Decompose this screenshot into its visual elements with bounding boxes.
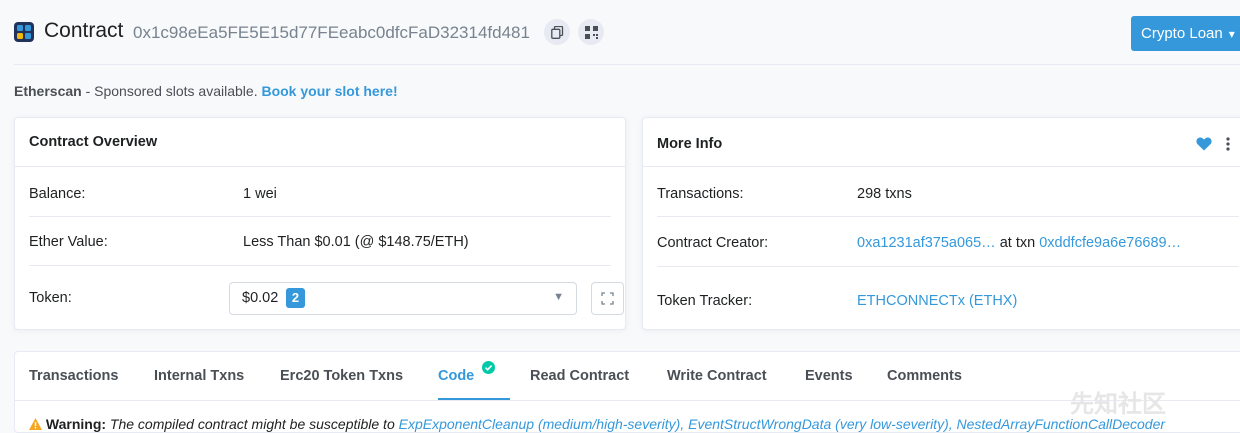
chevron-down-icon: ▼ xyxy=(553,291,564,303)
token-holdings-dropdown[interactable]: $0.02 2 ▼ xyxy=(229,282,577,315)
page-header: Contract 0x1c98eEa5FE5E15d77FEeabc0dfcFa… xyxy=(0,0,1240,64)
watermark: 先知社区 xyxy=(1070,391,1166,418)
contract-address: 0x1c98eEa5FE5E15d77FEeabc0dfcFaD32314fd4… xyxy=(133,23,530,42)
tab-read-contract[interactable]: Read Contract xyxy=(530,368,629,384)
token-tracker-link[interactable]: ETHCONNECTx (ETHX) xyxy=(857,293,1017,309)
tab-code[interactable]: Code xyxy=(438,368,474,384)
creator-txn-link[interactable]: 0xddfcfe9a6e76689… xyxy=(1039,235,1181,251)
check-circle-icon xyxy=(482,361,495,374)
tabs-divider xyxy=(15,400,1240,401)
card-header: More Info xyxy=(643,118,1240,167)
warning-text: The compiled contract might be susceptib… xyxy=(106,416,399,432)
balance-label: Balance: xyxy=(29,186,86,202)
card-title: More Info xyxy=(657,136,723,152)
crypto-loan-label: Crypto Loan xyxy=(1141,25,1223,42)
qr-code-icon xyxy=(584,25,598,39)
sponsor-banner: Etherscan - Sponsored slots available. B… xyxy=(14,83,398,99)
warning-icon xyxy=(29,418,42,430)
page-title: Contract xyxy=(44,19,124,42)
copy-icon xyxy=(550,25,563,39)
header-divider xyxy=(14,64,1240,65)
balance-value: 1 wei xyxy=(243,186,277,202)
sponsor-brand: Etherscan xyxy=(14,83,82,99)
ether-value: Less Than $0.01 (@ $148.75/ETH) xyxy=(243,234,469,250)
card-title: Contract Overview xyxy=(29,134,158,150)
tab-write-contract[interactable]: Write Contract xyxy=(667,368,767,384)
kebab-menu-icon[interactable] xyxy=(1226,137,1230,151)
contract-tabs-card: Transactions Internal Txns Erc20 Token T… xyxy=(14,351,1240,433)
heart-icon[interactable] xyxy=(1196,137,1212,151)
card-header: Contract Overview xyxy=(15,118,625,167)
token-tracker-label: Token Tracker: xyxy=(657,293,753,309)
tab-transactions[interactable]: Transactions xyxy=(29,368,118,384)
book-slot-link[interactable]: Book your slot here! xyxy=(261,83,397,99)
creator-address-link[interactable]: 0xa1231af375a065… xyxy=(857,235,996,251)
sponsor-text: - Sponsored slots available. xyxy=(81,83,262,99)
transactions-label: Transactions: xyxy=(657,186,744,202)
tab-comments[interactable]: Comments xyxy=(887,368,962,384)
tab-erc20-token-txns[interactable]: Erc20 Token Txns xyxy=(280,368,403,384)
warning-label: Warning: xyxy=(45,416,107,432)
qr-code-button[interactable] xyxy=(578,19,604,45)
contract-overview-card: Contract Overview Balance: 1 wei Ether V… xyxy=(14,117,626,330)
tab-internal-txns[interactable]: Internal Txns xyxy=(154,368,244,384)
copy-address-button[interactable] xyxy=(544,19,570,45)
chevron-down-icon: ▾ xyxy=(1228,26,1235,41)
compiler-warning: Warning: The compiled contract might be … xyxy=(29,416,1165,432)
token-label: Token: xyxy=(29,290,72,306)
row-divider xyxy=(657,266,1239,267)
transactions-value: 298 txns xyxy=(857,186,912,202)
more-info-card: More Info Transactions: 298 txns Contrac… xyxy=(642,117,1240,330)
tab-events[interactable]: Events xyxy=(805,368,853,384)
creator-at-text: at txn xyxy=(995,235,1040,251)
contract-creator-label: Contract Creator: xyxy=(657,235,769,251)
ether-value-label: Ether Value: xyxy=(29,234,108,250)
contract-logo-icon xyxy=(14,22,34,42)
row-divider xyxy=(657,216,1239,217)
row-divider xyxy=(29,216,611,217)
token-count-badge: 2 xyxy=(286,288,305,308)
warning-links[interactable]: ExpExponentCleanup (medium/high-severity… xyxy=(399,416,1165,432)
crypto-loan-button[interactable]: Crypto Loan ▾ xyxy=(1131,16,1240,51)
expand-icon xyxy=(601,292,614,305)
row-divider xyxy=(29,265,611,266)
token-holdings-value: $0.02 xyxy=(242,290,279,306)
expand-token-button[interactable] xyxy=(591,282,624,315)
